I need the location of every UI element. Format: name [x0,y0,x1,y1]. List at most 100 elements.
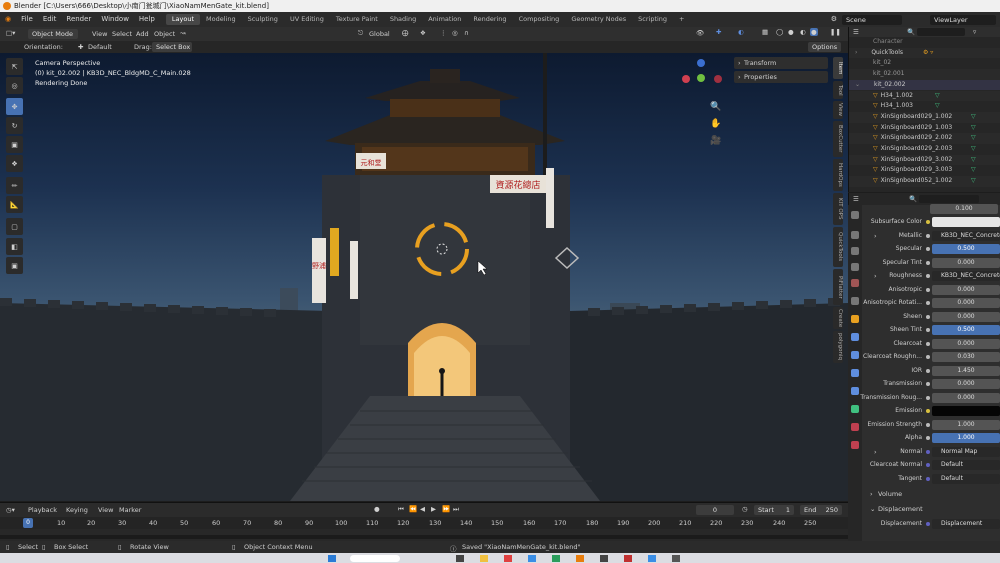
overlay-toggle-icon[interactable]: ◐ [738,28,744,36]
orientation-value[interactable]: Default [88,43,112,51]
volume-panel-header[interactable]: › Volume [866,488,1000,500]
file-explorer-icon[interactable] [480,555,488,562]
3d-viewport[interactable]: 資源花總店 元和堂 野浦 Camera Perspective (0) kit_… [0,53,848,501]
socket-dot[interactable] [926,436,930,440]
extra-menu-icon[interactable]: ↝ [180,29,185,37]
outliner-row[interactable]: ▽ H34_1.002 ▽ [849,90,1000,102]
menu-timeline-view[interactable]: View [98,506,113,514]
tab-polygoniq[interactable]: polygoniq [833,331,843,363]
rotate-tool-icon[interactable]: ↻ [6,117,23,134]
end-frame-field[interactable]: End 250 [800,505,842,515]
scene-selector[interactable]: Scene [842,14,902,25]
outliner-row[interactable]: ▽ H34_1.003 ▽ [849,101,1000,112]
gizmo-toggle-icon[interactable]: ✚ [716,28,721,36]
menu-window[interactable]: Window [96,12,134,27]
tab-boxcutter[interactable]: BoxCutter [833,121,843,157]
socket-dot[interactable] [926,522,930,526]
prev-keyframe-icon[interactable]: ⏪ [409,505,417,513]
shading-rendered-icon[interactable]: ● [810,28,818,36]
prop-value-field[interactable]: 0.000 [932,284,1000,295]
menu-add[interactable]: Add [136,30,149,38]
displacement-panel-header[interactable]: ⌄ Displacement [866,503,1000,515]
cursor-tool-icon[interactable]: ◎ [6,77,23,94]
timeline-scrollbar[interactable] [0,535,848,539]
properties-editor-icon[interactable]: ☰ [853,195,859,203]
tab-piflatter[interactable]: PiFlatter [833,269,843,305]
current-frame-field[interactable]: 0 [696,505,734,515]
tab-tool[interactable]: Tool [833,81,843,99]
tab-sculpting[interactable]: Sculpting [242,12,284,27]
snap-settings-icon[interactable]: ⋮ [440,29,447,37]
constraints-tab-icon[interactable] [851,387,859,395]
next-keyframe-icon[interactable]: ⏩ [442,505,450,513]
jump-start-icon[interactable]: ⏮ [398,505,404,514]
taskbar-app-icon[interactable] [552,555,560,562]
measure-tool-icon[interactable]: 📐 [6,196,23,213]
tab-geometry-nodes[interactable]: Geometry Nodes [565,12,632,27]
socket-dot[interactable] [926,476,930,481]
menu-edit[interactable]: Edit [38,12,62,27]
camera-view-icon[interactable]: 🎥 [710,136,721,146]
tab-animation[interactable]: Animation [422,12,467,27]
outliner-row[interactable]: ▽ XinSignboard029_1.002 ▽ [849,111,1000,123]
menu-select[interactable]: Select [112,30,132,38]
world-tab-icon[interactable] [851,297,859,305]
drag-selector[interactable]: Select Box [152,42,192,52]
output-tab-icon[interactable] [851,247,859,255]
scene-tab-icon[interactable] [851,279,859,287]
socket-dot[interactable] [926,287,930,292]
prop-value-field[interactable]: 0.000 [932,379,1000,389]
prop-value-field[interactable] [932,217,1000,227]
prop-value-field[interactable]: 0.000 [932,311,1000,322]
data-tab-icon[interactable] [851,405,859,413]
play-icon[interactable]: ▶ [431,505,436,513]
taskbar-app-icon[interactable] [648,555,656,562]
tab-item[interactable]: Item [833,57,843,79]
outliner-row[interactable]: kit_02.001 [849,69,1000,80]
prop-value-field[interactable]: 1.000 [932,433,1000,443]
socket-dot[interactable] [926,341,930,346]
pause-render-icon[interactable]: ❚❚ [830,28,841,36]
start-frame-field[interactable]: Start 1 [754,505,794,515]
pan-hand-icon[interactable]: ✋ [710,119,721,129]
prop-value-field[interactable] [932,406,1000,416]
prop-value-field[interactable]: 0.500 [932,244,1000,254]
render-tab-icon[interactable] [851,231,859,239]
transform-orientation-selector[interactable]: Global [369,30,390,38]
blender-taskbar-icon[interactable] [576,555,584,562]
outliner-row[interactable]: ▽ XinSignboard052_1.002 ▽ [849,176,1000,187]
jump-end-icon[interactable]: ⏭ [453,505,459,514]
socket-dot[interactable] [926,220,930,224]
material-tab-icon[interactable] [851,423,859,431]
tab-shading[interactable]: Shading [384,12,422,27]
select-tool-icon[interactable]: ⇱ [6,58,23,75]
scale-tool-icon[interactable]: ▣ [6,136,23,153]
annotate-tool-icon[interactable]: ✏ [6,177,23,194]
outliner-row[interactable]: ▽ XinSignboard029_3.003 ▽ [849,165,1000,176]
socket-dot[interactable] [926,395,930,400]
options-dropdown[interactable]: Options [808,42,842,52]
taskbar-app-icon[interactable] [600,555,608,562]
add-cube-tool-icon[interactable]: ▢ [6,218,23,235]
prop-value-field[interactable]: Default [932,473,1000,484]
outliner-row[interactable]: › QuickTools ⚙ ▿ [849,47,1000,59]
prop-value-field[interactable]: 0.000 [932,257,1000,268]
socket-dot[interactable] [926,314,930,319]
socket-dot[interactable] [926,382,930,386]
start-menu-icon[interactable] [328,555,336,562]
prop-value-field[interactable]: Default [932,460,1000,470]
transform-tool-icon[interactable]: ❖ [6,155,23,172]
snap-icon[interactable]: ❖ [420,29,426,37]
shading-solid-icon[interactable]: ● [788,28,794,36]
editor-type-icon[interactable]: □▾ [6,29,15,37]
texture-tab-icon[interactable] [851,441,859,449]
menu-help[interactable]: Help [134,12,160,27]
visibility-icon[interactable]: 👁 [696,29,704,37]
prop-value-field[interactable]: 1.450 [932,365,1000,376]
socket-dot[interactable] [926,260,930,265]
prop-value-field[interactable]: KB3D_NEC_ConcreteBl [932,230,1000,241]
falloff-icon[interactable]: ∩ [464,29,469,37]
edge-browser-icon[interactable] [528,555,536,562]
outliner-row[interactable]: ▽ XinSignboard029_3.002 ▽ [849,154,1000,166]
filter-icon[interactable]: ▿ [973,28,976,36]
